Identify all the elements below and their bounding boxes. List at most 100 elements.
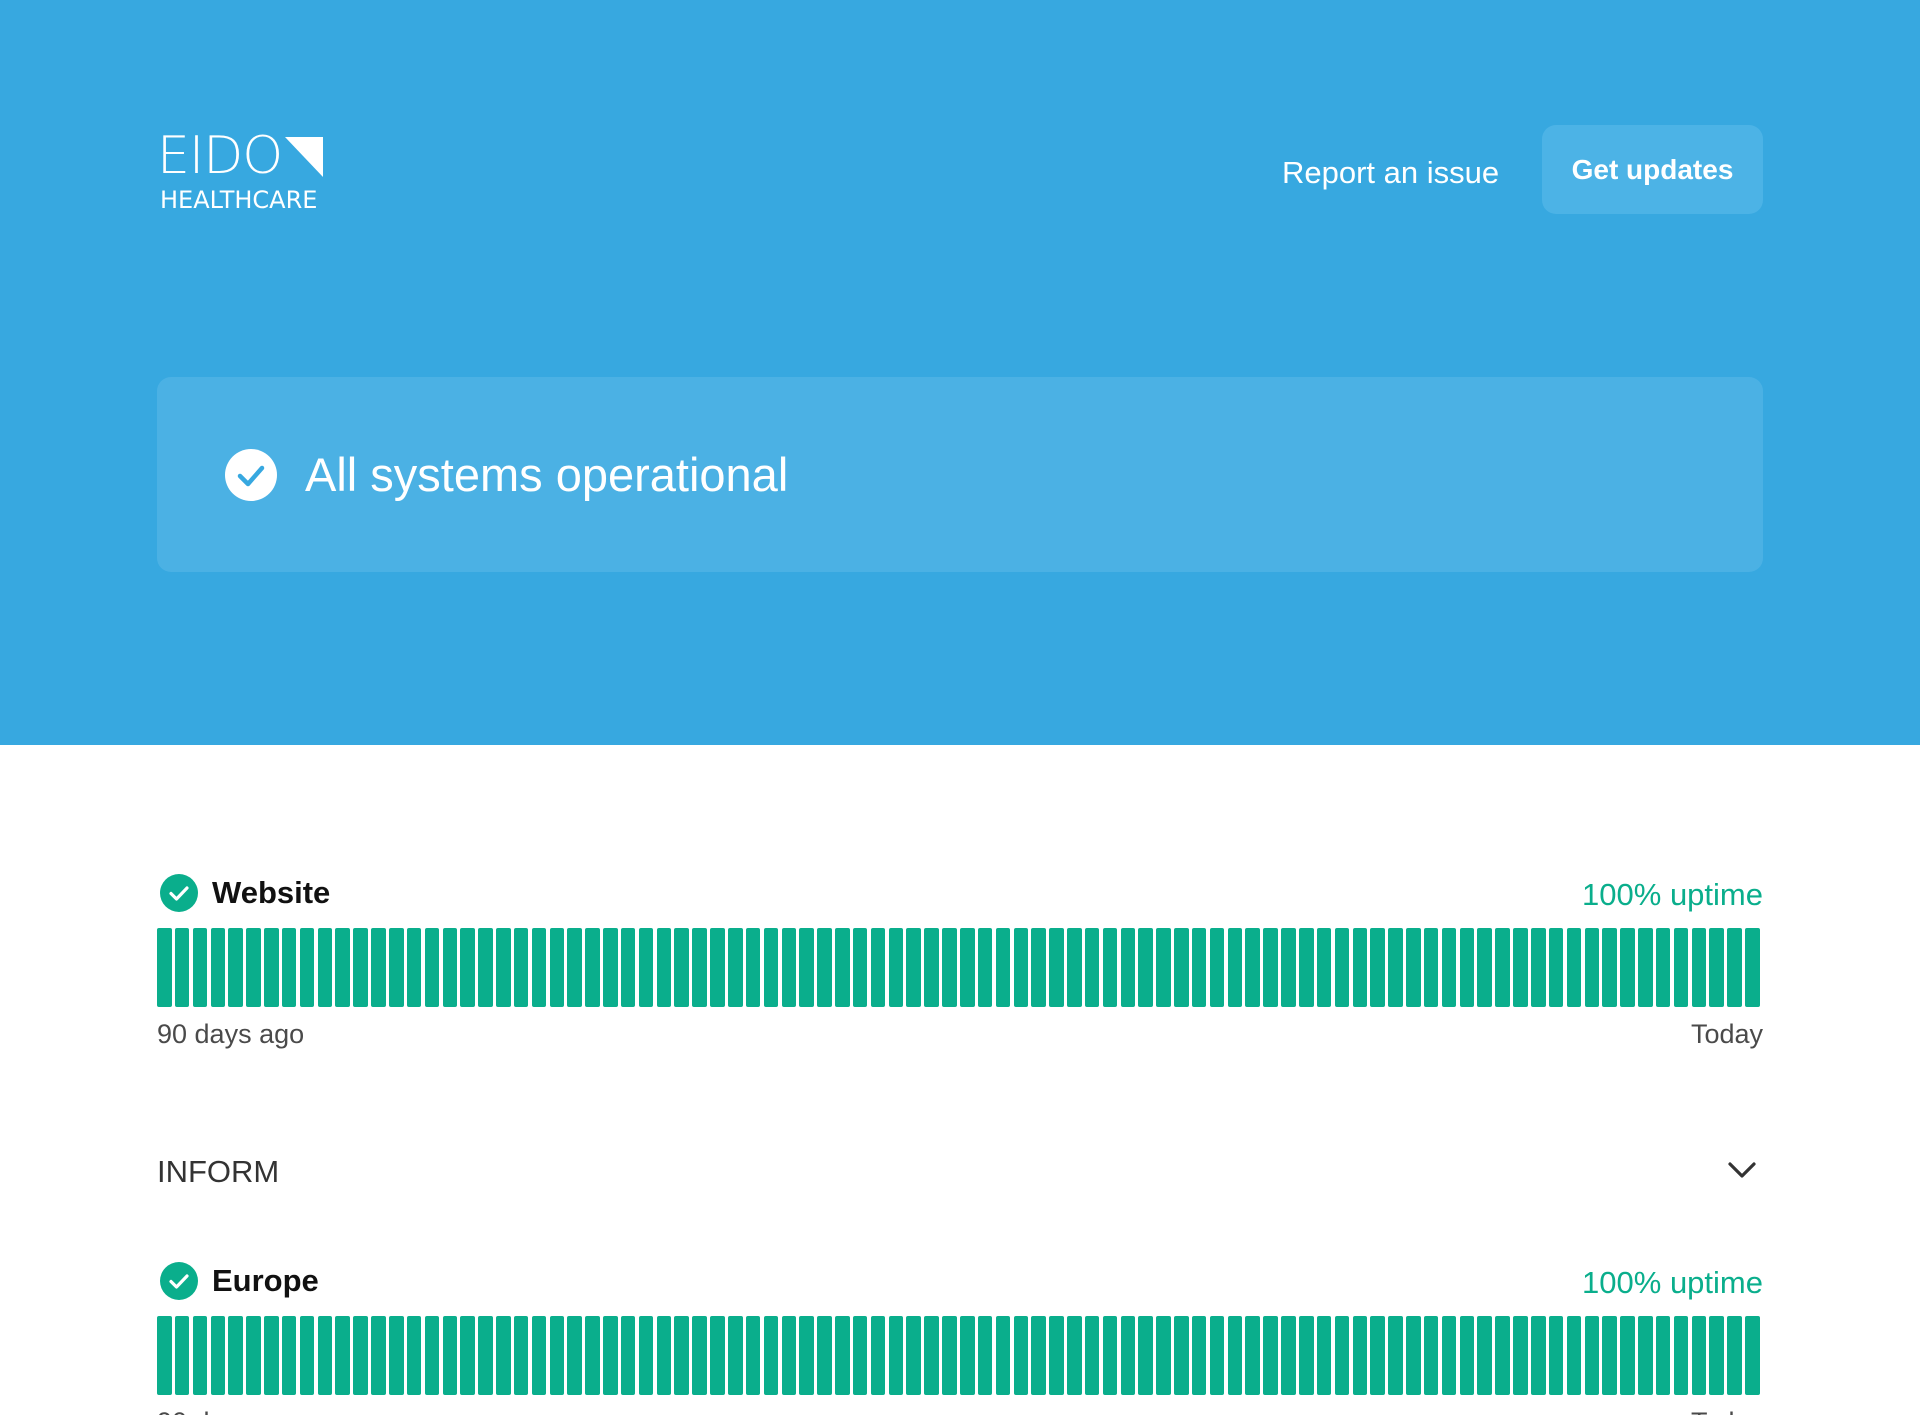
uptime-day-bar[interactable] — [1299, 928, 1314, 1007]
uptime-day-bar[interactable] — [817, 928, 832, 1007]
uptime-day-bar[interactable] — [1638, 1316, 1653, 1395]
uptime-day-bar[interactable] — [959, 1316, 975, 1395]
uptime-day-bar[interactable] — [460, 1316, 475, 1395]
uptime-day-bar[interactable] — [317, 1316, 333, 1395]
uptime-day-bar[interactable] — [1281, 928, 1296, 1007]
uptime-day-bar[interactable] — [478, 1316, 493, 1395]
uptime-day-bar[interactable] — [692, 1316, 707, 1395]
uptime-day-bar[interactable] — [1013, 928, 1029, 1007]
uptime-day-bar[interactable] — [1388, 1316, 1403, 1395]
uptime-day-bar[interactable] — [1316, 1316, 1332, 1395]
uptime-day-bar[interactable] — [1638, 928, 1653, 1007]
uptime-day-bar[interactable] — [1691, 928, 1707, 1007]
uptime-day-bar[interactable] — [977, 928, 993, 1007]
uptime-day-bar[interactable] — [942, 928, 957, 1007]
uptime-day-bar[interactable] — [442, 1316, 458, 1395]
report-issue-link[interactable]: Report an issue — [1282, 153, 1499, 193]
uptime-day-bar[interactable] — [496, 1316, 511, 1395]
uptime-day-bar[interactable] — [210, 1316, 226, 1395]
uptime-day-bar[interactable] — [174, 928, 190, 1007]
uptime-day-bar[interactable] — [1245, 928, 1261, 1007]
uptime-day-bar[interactable] — [1031, 1316, 1046, 1395]
uptime-day-bar[interactable] — [1441, 1316, 1457, 1395]
uptime-day-bar[interactable] — [817, 1316, 832, 1395]
uptime-day-bar[interactable] — [1084, 928, 1100, 1007]
uptime-day-bar[interactable] — [246, 928, 261, 1007]
uptime-day-bar[interactable] — [1548, 928, 1564, 1007]
uptime-day-bar[interactable] — [781, 1316, 797, 1395]
uptime-day-bar[interactable] — [1513, 1316, 1528, 1395]
uptime-day-bar[interactable] — [710, 1316, 725, 1395]
uptime-day-bar[interactable] — [1191, 928, 1207, 1007]
uptime-day-bar[interactable] — [353, 1316, 368, 1395]
uptime-day-bar[interactable] — [549, 928, 565, 1007]
uptime-day-bar[interactable] — [620, 928, 636, 1007]
uptime-day-bar[interactable] — [174, 1316, 190, 1395]
uptime-day-bar[interactable] — [1477, 928, 1492, 1007]
uptime-day-bar[interactable] — [1299, 1316, 1314, 1395]
uptime-day-bar[interactable] — [1655, 1316, 1671, 1395]
uptime-day-bar[interactable] — [1495, 1316, 1510, 1395]
uptime-day-bar[interactable] — [371, 1316, 386, 1395]
uptime-day-bar[interactable] — [1423, 1316, 1439, 1395]
uptime-day-bar[interactable] — [906, 928, 921, 1007]
uptime-day-bar[interactable] — [353, 928, 368, 1007]
uptime-day-bar[interactable] — [406, 1316, 422, 1395]
uptime-day-bar[interactable] — [710, 928, 725, 1007]
uptime-day-bar[interactable] — [728, 928, 743, 1007]
uptime-day-bar[interactable] — [835, 1316, 850, 1395]
uptime-day-bar[interactable] — [1727, 1316, 1742, 1395]
uptime-day-bar[interactable] — [264, 928, 279, 1007]
uptime-day-bar[interactable] — [1227, 1316, 1243, 1395]
uptime-day-bar[interactable] — [406, 928, 422, 1007]
uptime-day-bar[interactable] — [1174, 1316, 1189, 1395]
get-updates-button[interactable]: Get updates — [1542, 125, 1763, 214]
uptime-day-bar[interactable] — [1352, 1316, 1368, 1395]
uptime-day-bar[interactable] — [603, 928, 618, 1007]
uptime-day-bar[interactable] — [674, 928, 690, 1007]
uptime-day-bar[interactable] — [299, 928, 315, 1007]
uptime-day-bar[interactable] — [567, 1316, 582, 1395]
uptime-day-bar[interactable] — [1584, 1316, 1600, 1395]
uptime-day-bar[interactable] — [1281, 1316, 1296, 1395]
uptime-day-bar[interactable] — [1530, 1316, 1546, 1395]
uptime-day-bar[interactable] — [1459, 928, 1475, 1007]
uptime-day-bar[interactable] — [1227, 928, 1243, 1007]
uptime-day-bar[interactable] — [478, 928, 493, 1007]
uptime-day-bar[interactable] — [656, 928, 672, 1007]
uptime-day-bar[interactable] — [1156, 928, 1171, 1007]
uptime-day-bar[interactable] — [656, 1316, 672, 1395]
uptime-day-bar[interactable] — [692, 928, 707, 1007]
uptime-day-bar[interactable] — [1495, 928, 1510, 1007]
uptime-day-bar[interactable] — [264, 1316, 279, 1395]
uptime-day-bar[interactable] — [603, 1316, 618, 1395]
uptime-day-bar[interactable] — [585, 928, 600, 1007]
uptime-day-bar[interactable] — [424, 1316, 440, 1395]
uptime-day-bar[interactable] — [1566, 928, 1582, 1007]
uptime-day-bar[interactable] — [1102, 1316, 1118, 1395]
uptime-day-bar[interactable] — [906, 1316, 921, 1395]
uptime-day-bar[interactable] — [763, 1316, 779, 1395]
uptime-day-bar[interactable] — [210, 928, 226, 1007]
uptime-day-bar[interactable] — [1245, 1316, 1261, 1395]
uptime-day-bar[interactable] — [246, 1316, 261, 1395]
uptime-day-bar[interactable] — [1602, 928, 1617, 1007]
uptime-day-bar[interactable] — [1049, 928, 1064, 1007]
uptime-day-bar[interactable] — [1120, 928, 1136, 1007]
uptime-day-bar[interactable] — [1602, 1316, 1617, 1395]
uptime-day-bar[interactable] — [1263, 1316, 1278, 1395]
uptime-day-bar[interactable] — [1655, 928, 1671, 1007]
uptime-day-bar[interactable] — [228, 1316, 243, 1395]
uptime-day-bar[interactable] — [1584, 928, 1600, 1007]
uptime-day-bar[interactable] — [1459, 1316, 1475, 1395]
uptime-day-bar[interactable] — [513, 928, 529, 1007]
uptime-day-bar[interactable] — [1370, 1316, 1385, 1395]
uptime-day-bar[interactable] — [1209, 1316, 1225, 1395]
uptime-day-bar[interactable] — [549, 1316, 565, 1395]
uptime-day-bar[interactable] — [1477, 1316, 1492, 1395]
uptime-day-bar[interactable] — [1316, 928, 1332, 1007]
uptime-day-bar[interactable] — [620, 1316, 636, 1395]
uptime-day-bar[interactable] — [674, 1316, 690, 1395]
uptime-day-bar[interactable] — [192, 928, 208, 1007]
uptime-day-bar[interactable] — [870, 1316, 886, 1395]
